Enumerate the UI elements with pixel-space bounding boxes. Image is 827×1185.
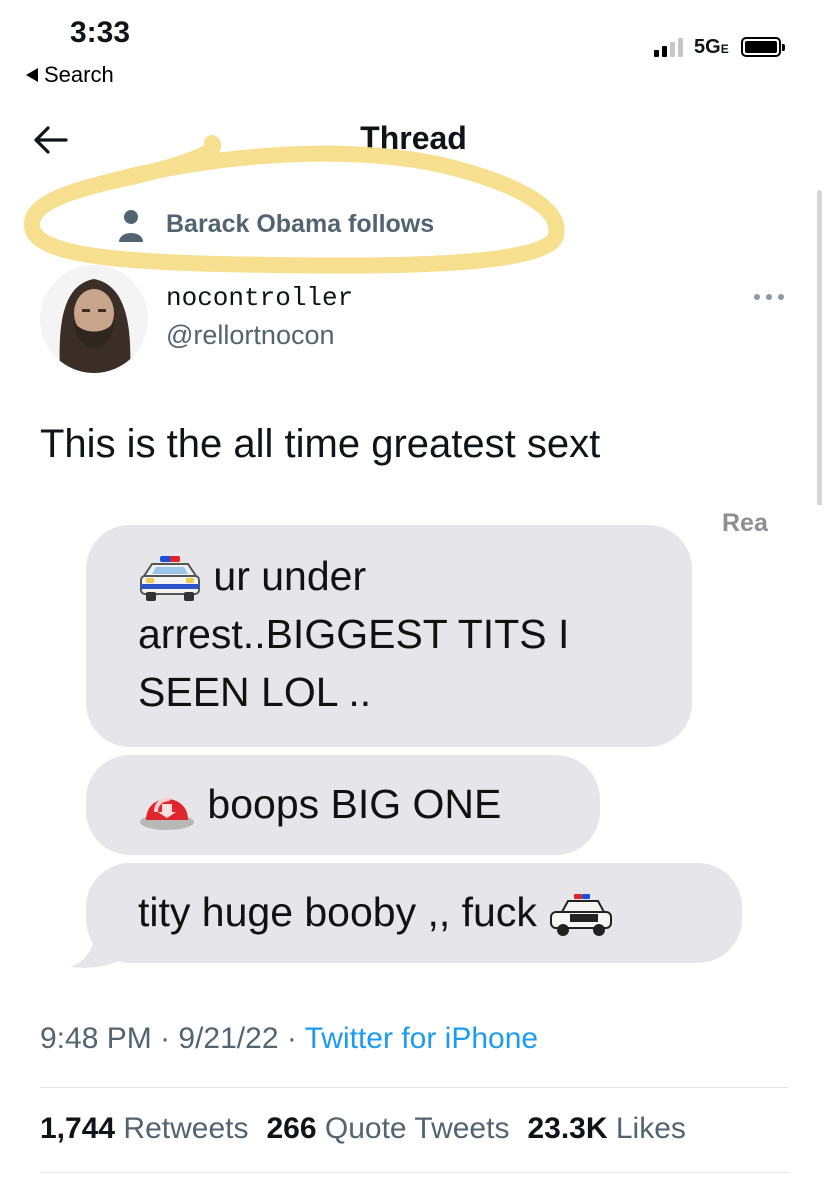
retweets-stat[interactable]: 1,744 Retweets <box>40 1112 248 1146</box>
message-bubble: ur under arrest..BIGGEST TITS I SEEN LOL… <box>86 525 692 747</box>
back-triangle-icon <box>26 68 38 82</box>
tweet-timestamp-line: 9:48 PM · 9/21/22 · Twitter for iPhone <box>40 1022 539 1055</box>
highlight-circle-drawing <box>24 135 565 274</box>
person-icon <box>119 210 143 242</box>
divider <box>40 1087 788 1088</box>
back-to-search-label: Search <box>44 62 114 87</box>
cellular-signal-icon <box>654 38 683 57</box>
quote-tweets-stat[interactable]: 266 Quote Tweets <box>266 1112 509 1146</box>
message-bubble: tity huge booby ,, fuck <box>86 863 742 963</box>
tweet-media-image[interactable]: Rea ur under arrest..BIGGEST TITS I SEEN… <box>70 505 822 993</box>
message-text: tity huge booby ,, fuck <box>138 889 537 935</box>
network-indicator: 5GE <box>694 36 729 58</box>
tweet-stats: 1,744 Retweets 266 Quote Tweets 23.3K Li… <box>40 1112 686 1146</box>
police-light-icon <box>140 797 194 831</box>
author-handle[interactable]: @rellortnocon <box>166 320 335 351</box>
message-bubble: boops BIG ONE <box>86 755 600 855</box>
bubble-tail-shape <box>70 923 122 968</box>
police-car-icon <box>140 556 200 602</box>
divider <box>40 1172 788 1173</box>
status-time: 3:33 <box>70 16 131 49</box>
tweet-source-link[interactable]: Twitter for iPhone <box>305 1022 538 1055</box>
tweet-text: This is the all time greatest sext <box>40 422 601 466</box>
social-context-text[interactable]: Barack Obama follows <box>166 210 434 239</box>
likes-stat[interactable]: 23.3K Likes <box>527 1112 685 1146</box>
tweet-date[interactable]: 9/21/22 <box>178 1022 278 1055</box>
back-to-search-button[interactable]: Search <box>26 62 114 88</box>
tweet-time[interactable]: 9:48 PM <box>40 1022 152 1055</box>
battery-icon <box>741 37 785 57</box>
author-display-name[interactable]: nocontroller <box>166 283 353 313</box>
media-corner-text: Rea <box>722 509 768 537</box>
message-text: ur under arrest..BIGGEST TITS I SEEN LOL… <box>138 553 570 715</box>
police-car-icon <box>550 894 613 937</box>
scrollbar[interactable] <box>817 190 822 520</box>
message-text: boops BIG ONE <box>207 781 502 827</box>
more-options-icon[interactable] <box>752 290 786 304</box>
avatar[interactable] <box>40 265 148 373</box>
